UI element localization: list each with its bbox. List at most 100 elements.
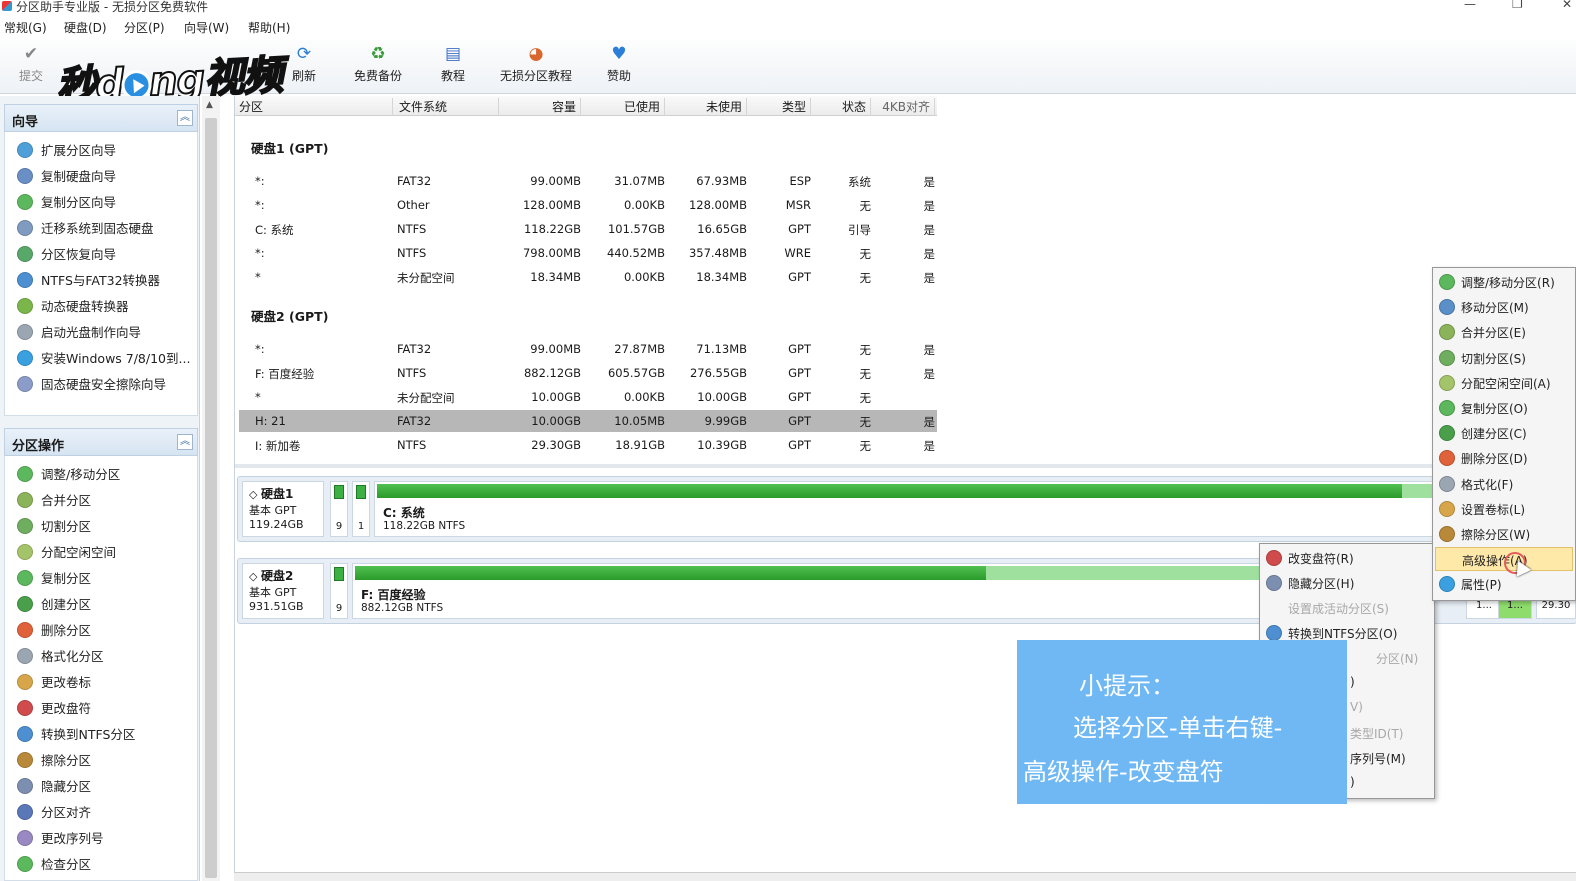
menu-wizard[interactable]: 向导(W) bbox=[184, 19, 229, 36]
partition-row[interactable]: F: 百度经验 NTFS 882.12GB 605.57GB 276.55GB GPT 无 是 bbox=[239, 362, 937, 384]
wizard-item-copy-partition[interactable]: 复制分区向导 bbox=[17, 192, 116, 212]
partition-row[interactable]: C: 系统 NTFS 118.22GB 101.57GB 16.65GB GPT 引导 是 bbox=[239, 218, 937, 240]
wizard-item-recovery[interactable]: 分区恢复向导 bbox=[17, 244, 116, 264]
menu-general[interactable]: 常规(G) bbox=[4, 19, 47, 36]
col-filesystem[interactable]: 文件系统 bbox=[399, 98, 499, 116]
close-button[interactable]: ✕ bbox=[1562, 0, 1572, 11]
context-item[interactable]: 属性(P) bbox=[1435, 572, 1573, 596]
partition-row[interactable]: H: 21 FAT32 10.00GB 10.05MB 9.99GB GPT 无 是 bbox=[239, 410, 937, 432]
partition-cell: 是 bbox=[923, 367, 936, 381]
col-capacity[interactable]: 容量 bbox=[499, 98, 581, 116]
wizard-item-migrate-ssd[interactable]: 迁移系统到固态硬盘 bbox=[17, 218, 154, 238]
wizard-panel-header[interactable]: 向导 ︽ bbox=[4, 104, 198, 132]
context-item[interactable]: 调整/移动分区(R) bbox=[1435, 270, 1573, 294]
partition-cell: 无 bbox=[859, 391, 872, 405]
disk2-mini-partition[interactable]: 9 bbox=[330, 563, 348, 619]
op-format[interactable]: 格式化分区 bbox=[17, 646, 104, 666]
collapse-icon[interactable]: ︽ bbox=[177, 110, 193, 126]
menu-help[interactable]: 帮助(H) bbox=[248, 19, 290, 36]
context-item[interactable]: 格式化(F) bbox=[1435, 472, 1573, 496]
usage-bar bbox=[377, 484, 1402, 498]
partition-ops-header[interactable]: 分区操作 ︽ bbox=[4, 428, 198, 456]
wizard-item-copy-disk[interactable]: 复制硬盘向导 bbox=[17, 166, 116, 186]
menu-item-icon bbox=[1439, 500, 1455, 517]
col-type[interactable]: 类型 bbox=[747, 98, 811, 116]
menu-disk[interactable]: 硬盘(D) bbox=[64, 19, 107, 36]
partition-cell: 118.22GB bbox=[523, 222, 581, 236]
commit-button[interactable]: ✔ 提交 bbox=[16, 44, 46, 84]
partition-row[interactable]: *: FAT32 99.00MB 27.87MB 71.13MB GPT 无 是 bbox=[239, 338, 937, 360]
disk2-info[interactable]: ◇ 硬盘2 基本 GPT 931.51GB bbox=[242, 563, 324, 619]
partition-cell: 是 bbox=[923, 343, 936, 357]
maximize-button[interactable]: ❐ bbox=[1512, 0, 1523, 11]
op-copy[interactable]: 复制分区 bbox=[17, 568, 91, 588]
col-used[interactable]: 已使用 bbox=[581, 98, 665, 116]
disk1-mini-partition[interactable]: 9 bbox=[330, 481, 348, 537]
partition-row[interactable]: *: NTFS 798.00MB 440.52MB 357.48MB WRE 无 是 bbox=[239, 242, 937, 264]
collapse-icon[interactable]: ︽ bbox=[177, 434, 193, 450]
op-align[interactable]: 分区对齐 bbox=[17, 802, 91, 822]
col-status[interactable]: 状态 bbox=[811, 98, 871, 116]
disk-icon: ◇ bbox=[249, 488, 261, 501]
lossless-tutorial-button[interactable]: ◕ 无损分区教程 bbox=[496, 44, 576, 84]
col-4k-align[interactable]: 4KB对齐 bbox=[871, 98, 935, 116]
sponsor-button[interactable]: ♥ 赞助 bbox=[604, 44, 634, 84]
erase-icon bbox=[17, 376, 33, 392]
partition-row[interactable]: I: 新加卷 NTFS 29.30GB 18.91GB 10.39GB GPT 无 是 bbox=[239, 434, 937, 456]
disk1-partition-c[interactable]: C: 系统 118.22GB NTFS bbox=[374, 481, 1572, 537]
partition-row[interactable]: * 未分配空间 10.00GB 0.00KB 10.00GB GPT 无 bbox=[239, 386, 937, 408]
submenu-hide-partition[interactable]: 隐藏分区(H) bbox=[1262, 571, 1432, 595]
wizard-item-boot-cd[interactable]: 启动光盘制作向导 bbox=[17, 322, 141, 342]
op-change-letter[interactable]: 更改盘符 bbox=[17, 698, 91, 718]
disk1-info[interactable]: ◇ 硬盘1 基本 GPT 119.24GB bbox=[242, 481, 324, 537]
minimize-button[interactable]: — bbox=[1464, 0, 1476, 11]
op-change-label[interactable]: 更改卷标 bbox=[17, 672, 91, 692]
op-merge[interactable]: 合并分区 bbox=[17, 490, 91, 510]
context-item[interactable]: 设置卷标(L) bbox=[1435, 497, 1573, 521]
col-unused[interactable]: 未使用 bbox=[665, 98, 747, 116]
scrollbar-thumb[interactable] bbox=[205, 118, 217, 878]
wizard-item-ssd-erase[interactable]: 固态硬盘安全擦除向导 bbox=[17, 374, 166, 394]
wizard-item-ntfs-fat32[interactable]: NTFS与FAT32转换器 bbox=[17, 270, 160, 290]
partition-cell: 10.39GB bbox=[697, 438, 747, 452]
partition-row[interactable]: * 未分配空间 18.34MB 0.00KB 18.34MB GPT 无 是 bbox=[239, 266, 937, 288]
partition-row[interactable]: *: Other 128.00MB 0.00KB 128.00MB MSR 无 是 bbox=[239, 194, 937, 216]
tutorial-button[interactable]: ▤ 教程 bbox=[438, 44, 468, 84]
disk1-title: 硬盘1 (GPT) bbox=[251, 141, 329, 156]
op-split[interactable]: 切割分区 bbox=[17, 516, 91, 536]
col-partition[interactable]: 分区 bbox=[239, 98, 393, 116]
dynamic-disk-icon bbox=[17, 298, 33, 314]
op-allocate-free[interactable]: 分配空闲空间 bbox=[17, 542, 116, 562]
op-wipe[interactable]: 擦除分区 bbox=[17, 750, 91, 770]
context-item[interactable]: 擦除分区(W) bbox=[1435, 522, 1573, 546]
op-change-serial[interactable]: 更改序列号 bbox=[17, 828, 104, 848]
context-item[interactable]: 分配空闲空间(A) bbox=[1435, 371, 1573, 395]
partition-row[interactable]: *: FAT32 99.00MB 31.07MB 67.93MB ESP 系统 是 bbox=[239, 170, 937, 192]
wizard-item-dynamic-disk[interactable]: 动态硬盘转换器 bbox=[17, 296, 129, 316]
op-hide[interactable]: 隐藏分区 bbox=[17, 776, 91, 796]
submenu-set-active[interactable]: 设置成活动分区(S) bbox=[1262, 596, 1432, 620]
disk2-partition-f[interactable]: F: 百度经验 882.12GB NTFS bbox=[352, 563, 1272, 619]
context-item[interactable]: 合并分区(E) bbox=[1435, 320, 1573, 344]
disk1-mini-partition[interactable]: 1 bbox=[352, 481, 370, 537]
menu-item-icon bbox=[1439, 374, 1455, 391]
op-resize-move[interactable]: 调整/移动分区 bbox=[17, 464, 120, 484]
op-delete[interactable]: 删除分区 bbox=[17, 620, 91, 640]
wizard-item-install-windows[interactable]: 安装Windows 7/8/10到... bbox=[17, 348, 190, 368]
op-check[interactable]: 检查分区 bbox=[17, 854, 91, 874]
context-item[interactable]: 删除分区(D) bbox=[1435, 446, 1573, 470]
context-item[interactable]: 移动分区(M) bbox=[1435, 295, 1573, 319]
free-backup-button[interactable]: ♻ 免费备份 bbox=[350, 44, 406, 84]
context-item[interactable]: 创建分区(C) bbox=[1435, 421, 1573, 445]
op-convert-ntfs[interactable]: 转换到NTFS分区 bbox=[17, 724, 135, 744]
submenu-change-letter[interactable]: 改变盘符(R) bbox=[1262, 546, 1432, 570]
op-create[interactable]: 创建分区 bbox=[17, 594, 91, 614]
sidebar-scrollbar[interactable]: ▲ bbox=[202, 96, 220, 881]
menu-partition[interactable]: 分区(P) bbox=[124, 19, 165, 36]
context-item[interactable]: 复制分区(O) bbox=[1435, 396, 1573, 420]
copy-disk-icon bbox=[17, 168, 33, 184]
splitter[interactable] bbox=[235, 464, 1576, 468]
wizard-item-extend[interactable]: 扩展分区向导 bbox=[17, 140, 116, 160]
scroll-up-icon[interactable]: ▲ bbox=[206, 100, 213, 110]
context-item[interactable]: 切割分区(S) bbox=[1435, 346, 1573, 370]
